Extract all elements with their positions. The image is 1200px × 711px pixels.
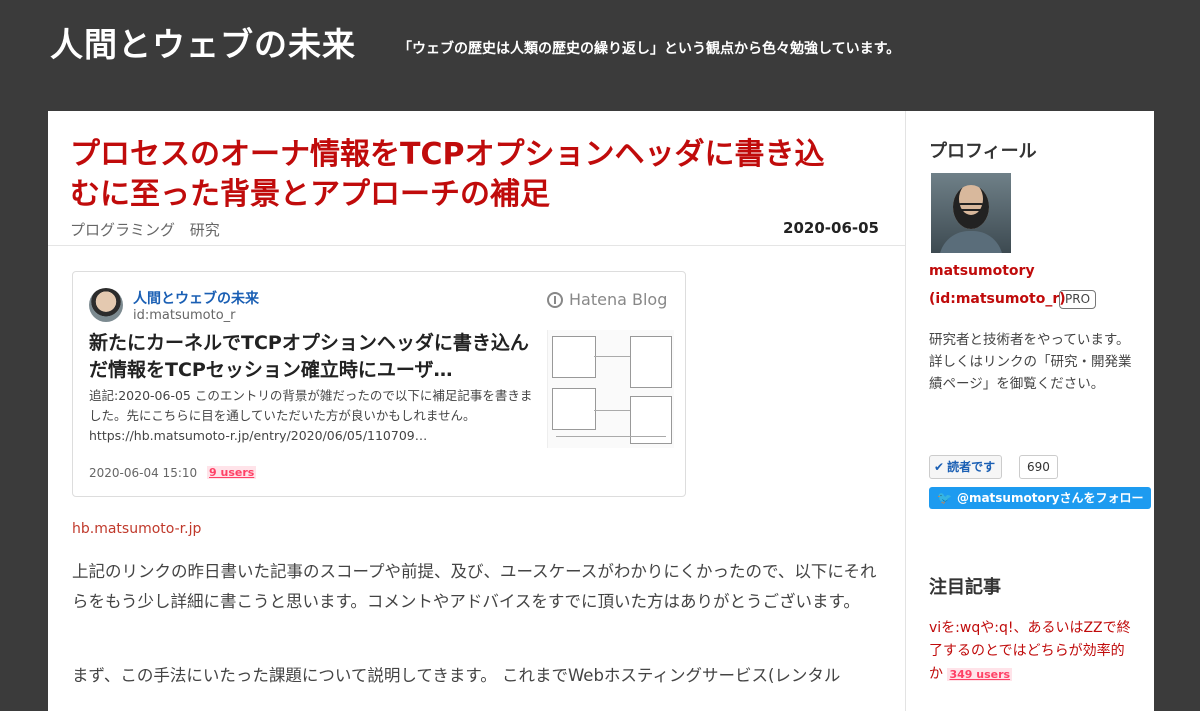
embed-blog-id: id:matsumoto_r <box>133 308 236 323</box>
avatar <box>89 288 123 322</box>
hatena-blog-icon <box>547 292 563 308</box>
profile-heading: プロフィール <box>929 141 1037 162</box>
bookmark-users-badge[interactable]: 9 users <box>207 466 257 479</box>
twitter-follow-button[interactable]: 🐦 @matsumotoryさんをフォロー <box>929 487 1151 509</box>
entry-date[interactable]: 2020-06-05 <box>783 219 879 237</box>
body-paragraph-1: 上記のリンクの昨日書いた記事のスコープや前提、及び、ユースケースがわかりにくかっ… <box>72 562 877 611</box>
check-icon: ✔ <box>934 460 945 474</box>
body-paragraph-2: まず、この手法にいたった課題について説明してきます。 これまでWebホスティング… <box>72 666 841 685</box>
embed-title[interactable]: 新たにカーネルでTCPオプションヘッダに書き込んだ情報をTCPセッション確立時に… <box>89 330 529 384</box>
profile-name[interactable]: matsumotory <box>929 263 1035 279</box>
embed-thumbnail-diagram[interactable] <box>547 330 674 448</box>
pro-badge[interactable]: PRO <box>1059 290 1097 309</box>
hatena-blog-logo[interactable]: Hatena Blog <box>547 290 667 309</box>
sidebar: プロフィール matsumotory (id:matsumoto_r) PRO … <box>907 111 1154 711</box>
profile-id[interactable]: (id:matsumoto_r) <box>929 291 1066 307</box>
embed-blog-name[interactable]: 人間とウェブの未来 <box>133 288 259 308</box>
reader-button[interactable]: ✔ 読者です <box>929 455 1003 479</box>
site-description: 「ウェブの歴史は人類の歴史の繰り返し」という観点から色々勉強しています。 <box>398 41 901 57</box>
category-research[interactable]: 研究 <box>190 221 220 239</box>
featured-heading: 注目記事 <box>929 577 1001 598</box>
reader-count: 690 <box>1019 455 1058 479</box>
featured-article[interactable]: viを:wqや:q!、あるいはZZで終了するのとではどちらが効率的か 349 u… <box>929 617 1134 686</box>
twitter-follow-label: @matsumotoryさんをフォロー <box>956 491 1144 505</box>
profile-description: 研究者と技術者をやっています。 詳しくはリンクの「研究・開発業績ページ」を御覧く… <box>929 332 1132 392</box>
profile-avatar[interactable] <box>931 173 1011 253</box>
entry-title[interactable]: プロセスのオーナ情報をTCPオプションヘッダに書き込むに至った背景とアプローチの… <box>70 135 830 215</box>
embed-date: 2020-06-04 15:10 <box>89 466 198 480</box>
entry-categories: プログラミング 研究 <box>70 219 230 240</box>
site-header: 人間とウェブの未来 「ウェブの歴史は人類の歴史の繰り返し」という観点から色々勉強… <box>0 0 1200 110</box>
source-link[interactable]: hb.matsumoto-r.jp <box>72 521 201 537</box>
main-content: プロセスのオーナ情報をTCPオプションヘッダに書き込むに至った背景とアプローチの… <box>48 111 906 711</box>
content-wrapper: プロセスのオーナ情報をTCPオプションヘッダに書き込むに至った背景とアプローチの… <box>48 111 1154 711</box>
embed-excerpt: 追記:2020-06-05 このエントリの背景が雑だったので以下に補足記事を書き… <box>89 388 533 443</box>
site-title[interactable]: 人間とウェブの未来 <box>50 18 356 66</box>
embed-card[interactable]: 人間とウェブの未来 id:matsumoto_r Hatena Blog 新たに… <box>72 271 686 497</box>
twitter-bird-icon: 🐦 <box>937 491 952 505</box>
hatena-blog-brand: Hatena Blog <box>569 290 668 309</box>
featured-bookmark-users-badge[interactable]: 349 users <box>947 668 1013 681</box>
reader-label: 読者です <box>947 460 996 474</box>
entry-header: プロセスのオーナ情報をTCPオプションヘッダに書き込むに至った背景とアプローチの… <box>48 111 905 246</box>
category-programming[interactable]: プログラミング <box>70 221 175 239</box>
